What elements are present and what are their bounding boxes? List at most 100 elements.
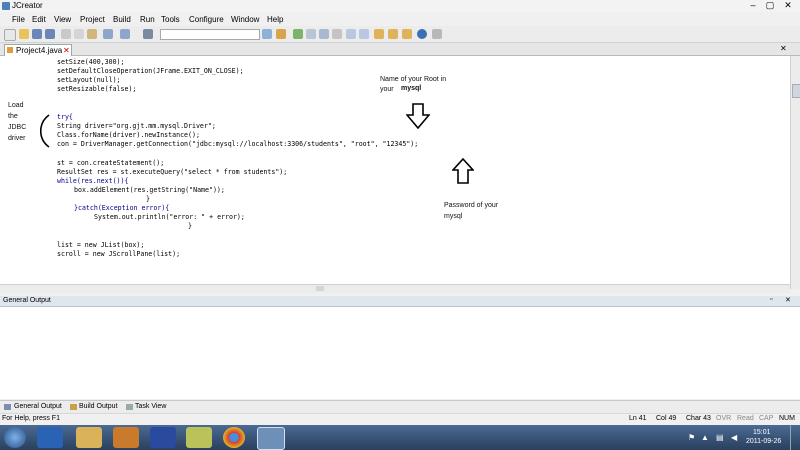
- annotation-root-line2: your: [380, 86, 394, 93]
- menu-file[interactable]: File: [12, 15, 25, 24]
- new-file-icon[interactable]: [4, 29, 16, 41]
- bookmark-icon[interactable]: [332, 29, 342, 39]
- code-line: st = con.createStatement();: [57, 159, 165, 167]
- volume-icon[interactable]: ◀: [731, 433, 737, 442]
- status-cap: CAP: [759, 415, 774, 422]
- forward-icon[interactable]: [359, 29, 369, 39]
- user-app-icon[interactable]: [150, 427, 176, 448]
- menu-configure[interactable]: Configure: [189, 15, 224, 24]
- editor-vertical-scrollbar[interactable]: [790, 56, 800, 289]
- code-line: String driver="org.gjt.mm.mysql.Driver";: [57, 122, 216, 130]
- code-line: ResultSet res = st.executeQuery("select …: [57, 168, 288, 176]
- menu-project[interactable]: Project: [80, 15, 105, 24]
- clock-time[interactable]: 15:01: [753, 429, 771, 436]
- code-editor[interactable]: setSize(400,300); setDefaultCloseOperati…: [0, 56, 790, 289]
- code-line: setSize(400,300);: [57, 58, 125, 66]
- find-next-icon[interactable]: [262, 29, 272, 39]
- media-player-icon[interactable]: [113, 427, 139, 448]
- internet-explorer-icon[interactable]: [37, 427, 63, 448]
- save-icon[interactable]: [32, 29, 42, 39]
- show-desktop-button[interactable]: [790, 425, 800, 450]
- toggle-output-icon[interactable]: [319, 29, 329, 39]
- menu-view[interactable]: View: [54, 15, 71, 24]
- task-view-tab-icon: [126, 404, 133, 410]
- undo-icon[interactable]: [103, 29, 113, 39]
- jcreator-taskbar-icon[interactable]: [257, 427, 285, 450]
- output-panel-title: General Output: [3, 297, 51, 304]
- maximize-button[interactable]: ▢: [762, 0, 778, 11]
- data-view-icon[interactable]: [402, 29, 412, 39]
- status-col: Col 49: [656, 415, 677, 422]
- menu-edit[interactable]: Edit: [32, 15, 46, 24]
- clock-date[interactable]: 2011-09-26: [746, 438, 781, 445]
- status-ovr: OVR: [716, 415, 732, 422]
- network-icon[interactable]: ▤: [716, 433, 724, 442]
- save-all-icon[interactable]: [45, 29, 55, 39]
- menu-run[interactable]: Run: [140, 15, 155, 24]
- documents-icon[interactable]: [186, 427, 212, 448]
- find-combo[interactable]: [160, 29, 260, 40]
- chrome-icon[interactable]: [223, 427, 245, 448]
- status-bar: For Help, press F1 Ln 41 Col 49 Char 43 …: [0, 413, 800, 425]
- paste-icon[interactable]: [87, 29, 97, 39]
- file-explorer-icon[interactable]: [76, 427, 102, 448]
- annotation-the: the: [8, 113, 18, 120]
- file-view-icon[interactable]: [388, 29, 398, 39]
- annotation-driver: driver: [8, 135, 26, 142]
- vscroll-thumb[interactable]: [792, 84, 800, 98]
- start-button-icon[interactable]: [4, 427, 26, 448]
- menu-build[interactable]: Build: [113, 15, 131, 24]
- minimize-button[interactable]: –: [745, 0, 761, 11]
- output-panel-header: General Output ▫ ✕: [0, 296, 800, 307]
- bracket-drawing: [39, 114, 50, 148]
- editor-horizontal-scrollbar[interactable]: [0, 284, 790, 293]
- code-line: list = new JList(box);: [57, 241, 145, 249]
- copy-icon[interactable]: [74, 29, 84, 39]
- code-line: while(res.next()){: [57, 177, 129, 185]
- tab-label: Project4.java: [16, 46, 63, 55]
- cut-icon[interactable]: [61, 29, 71, 39]
- help-icon[interactable]: [417, 29, 427, 39]
- pin-icon[interactable]: ▫: [770, 296, 772, 303]
- output-panel-body[interactable]: [0, 307, 800, 399]
- code-line: }catch(Exception error){: [74, 204, 170, 212]
- menu-window[interactable]: Window: [231, 15, 259, 24]
- compile-icon[interactable]: [306, 29, 316, 39]
- build-icon[interactable]: [276, 29, 286, 39]
- annotation-jdbc: JDBC: [8, 124, 27, 131]
- annotation-load: Load: [8, 102, 24, 109]
- tab-general-output[interactable]: General Output: [14, 403, 62, 410]
- close-output-icon[interactable]: ✕: [785, 296, 791, 304]
- menu-tools[interactable]: Tools: [161, 15, 180, 24]
- back-icon[interactable]: [346, 29, 356, 39]
- open-folder-icon[interactable]: [19, 29, 29, 39]
- code-line: scroll = new JScrollPane(list);: [57, 250, 181, 258]
- menu-help[interactable]: Help: [267, 15, 283, 24]
- annotation-password-line2: mysql: [444, 213, 463, 220]
- find-icon[interactable]: [143, 29, 153, 39]
- code-line: try{: [57, 113, 73, 121]
- code-line: con = DriverManager.getConnection("jdbc:…: [57, 140, 419, 148]
- options-icon[interactable]: [432, 29, 442, 39]
- tray-arrow-icon[interactable]: ▲: [701, 433, 709, 442]
- tab-project4-java[interactable]: Project4.java ✕: [4, 44, 72, 56]
- java-file-icon: [7, 47, 13, 53]
- redo-icon[interactable]: [120, 29, 130, 39]
- run-icon[interactable]: [293, 29, 303, 39]
- workspace-icon[interactable]: [374, 29, 384, 39]
- taskbar: ⚑ ▲ ▤ ◀ 15:01 2011-09-26: [0, 425, 800, 450]
- status-char: Char 43: [686, 415, 711, 422]
- output-tab-bar: General Output Build Output Task View: [0, 400, 800, 413]
- hscroll-thumb[interactable]: [316, 286, 324, 291]
- code-line: setLayout(null);: [57, 76, 121, 84]
- annotation-root-line1: Name of your Root in: [380, 76, 447, 83]
- code-line: }: [146, 195, 150, 203]
- app-icon: [2, 2, 10, 10]
- status-read: Read: [737, 415, 754, 422]
- close-button[interactable]: ✕: [779, 0, 797, 11]
- tab-build-output[interactable]: Build Output: [79, 403, 118, 410]
- flag-icon[interactable]: ⚑: [688, 433, 695, 442]
- tab-task-view[interactable]: Task View: [135, 403, 166, 410]
- close-tab-icon[interactable]: ✕: [63, 46, 70, 55]
- close-editor-icon[interactable]: ✕: [780, 44, 787, 53]
